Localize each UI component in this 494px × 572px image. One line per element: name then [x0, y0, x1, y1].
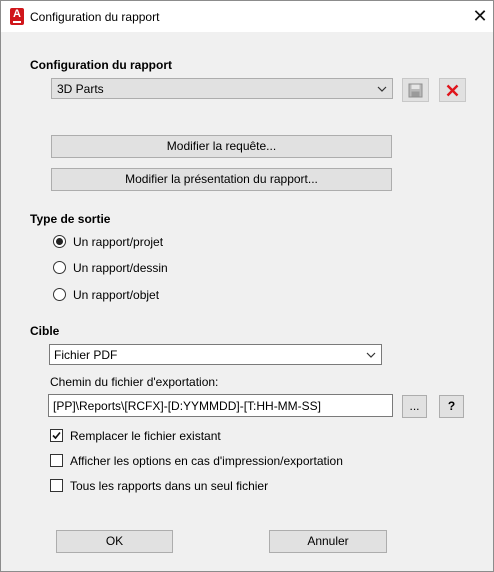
help-button[interactable]: ? [439, 395, 464, 418]
title-bar: A Configuration du rapport ✕ [1, 1, 493, 32]
checkmark-icon [52, 431, 61, 440]
export-path-input[interactable] [49, 395, 392, 416]
radio-per-drawing[interactable] [53, 261, 66, 274]
report-configuration-dialog: A Configuration du rapport ✕ Configurati… [0, 0, 494, 572]
save-icon [408, 83, 423, 98]
report-config-select[interactable]: 3D Parts [51, 78, 393, 99]
report-config-value: 3D Parts [57, 82, 104, 96]
replace-existing-checkbox[interactable] [50, 429, 63, 442]
delete-icon [446, 84, 459, 97]
report-config-label: Configuration du rapport [30, 58, 172, 72]
modify-query-button[interactable]: Modifier la requête... [51, 135, 392, 158]
replace-existing-label[interactable]: Remplacer le fichier existant [70, 429, 221, 443]
chevron-down-icon [366, 352, 376, 358]
ok-button[interactable]: OK [56, 530, 173, 553]
radio-per-object-label[interactable]: Un rapport/objet [73, 288, 159, 302]
close-icon[interactable]: ✕ [469, 5, 491, 27]
delete-config-button[interactable] [439, 78, 466, 102]
modify-layout-button[interactable]: Modifier la présentation du rapport... [51, 168, 392, 191]
show-options-checkbox[interactable] [50, 454, 63, 467]
export-path-label: Chemin du fichier d'exportation: [50, 375, 219, 389]
save-config-button[interactable] [402, 78, 429, 102]
browse-button[interactable]: ... [402, 395, 427, 418]
output-type-label: Type de sortie [30, 212, 111, 226]
radio-per-drawing-label[interactable]: Un rapport/dessin [73, 261, 168, 275]
cancel-button[interactable]: Annuler [269, 530, 387, 553]
radio-per-object[interactable] [53, 288, 66, 301]
target-label: Cible [30, 324, 60, 338]
window-title: Configuration du rapport [30, 10, 160, 24]
autodesk-app-icon: A [10, 8, 24, 25]
radio-per-project[interactable] [53, 235, 66, 248]
export-path-field[interactable] [48, 394, 393, 417]
target-format-value: Fichier PDF [54, 348, 118, 362]
chevron-down-icon [377, 86, 387, 92]
single-file-label[interactable]: Tous les rapports dans un seul fichier [70, 479, 268, 493]
target-format-select[interactable]: Fichier PDF [49, 344, 382, 365]
single-file-checkbox[interactable] [50, 479, 63, 492]
show-options-label[interactable]: Afficher les options en cas d'impression… [70, 454, 343, 468]
radio-per-project-label[interactable]: Un rapport/projet [73, 235, 163, 249]
